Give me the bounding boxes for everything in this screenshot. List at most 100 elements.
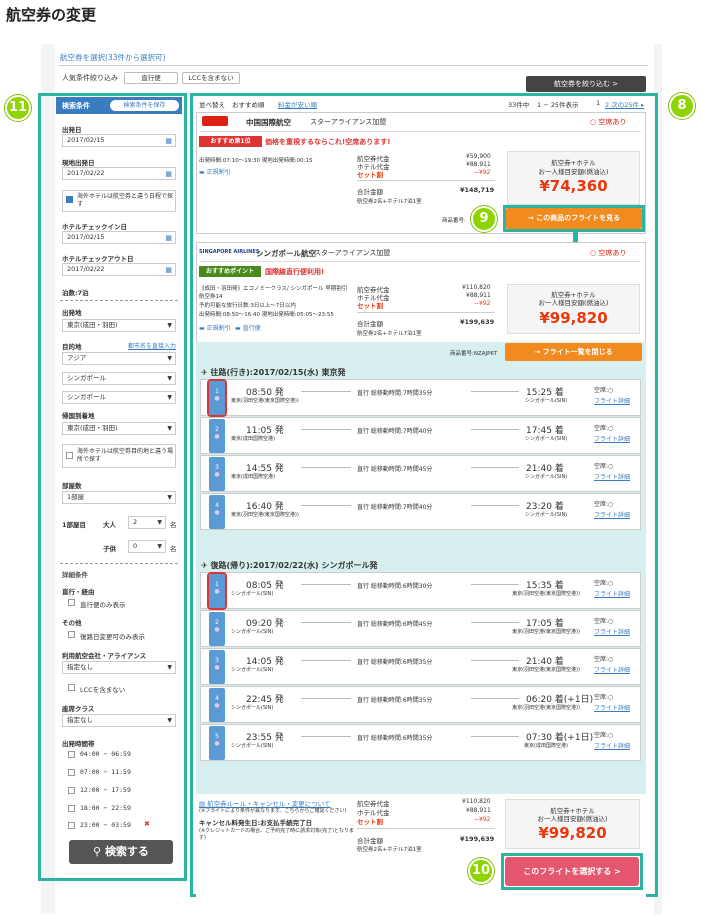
seat-status: 空席:○	[594, 692, 613, 701]
departure-airport: シンガポール(SIN)	[231, 667, 274, 673]
flight-detail-link[interactable]: フライト詳細	[594, 434, 630, 443]
seat-status-text: 空席:○	[594, 580, 614, 587]
narrow-search-button[interactable]: 航空券を絞り込む >	[526, 76, 646, 92]
flight-radio[interactable]: 1 ●	[207, 572, 227, 610]
ticket-icon: ▬	[235, 325, 241, 332]
flight-row[interactable]: 1 ● 08:50 発東京(羽田空港(東京国際空港)) 直行 総移動時間:7時間35分…	[200, 379, 641, 417]
flight-detail-link[interactable]: フライト詳細	[594, 703, 630, 712]
arrival-time: 23:20 着	[526, 502, 564, 512]
flight-detail-link[interactable]: フライト詳細	[594, 396, 630, 405]
seat-status: 空席:○	[594, 499, 613, 508]
seat-status: 空席:○	[594, 461, 613, 470]
seat-status-text: 空席:○	[594, 387, 614, 394]
seat-status-text: 空席:○	[594, 618, 614, 625]
sort-cheapest[interactable]: 料金が安い順	[278, 99, 317, 109]
arrival-time: 15:35 着	[526, 581, 564, 591]
flight-row[interactable]: 2 ● 09:20 発シンガポール(SIN) 直行 総移動時間:6時間45分 17:05…	[200, 610, 641, 647]
flight-radio[interactable]: 4 ●	[209, 688, 225, 722]
radio-dot-icon: ●	[214, 471, 220, 478]
flight-duration: 直行 総移動時間:7時間35分	[357, 390, 433, 397]
flight-radio[interactable]: 2 ●	[209, 419, 225, 453]
flight-detail-link[interactable]: フライト詳細	[594, 510, 630, 519]
set-discount-label: セット割	[357, 302, 383, 310]
filter-direct-button[interactable]: 直行便	[124, 72, 178, 84]
flight-detail-link[interactable]: フライト詳細	[594, 589, 630, 598]
plan-desc: 《成田・羽田発》エコノミークラス/ シンガポール 早期割引	[199, 286, 348, 292]
divider	[200, 261, 641, 262]
total-value: ¥199,639	[460, 835, 495, 843]
arrival-time: 21:40 着	[526, 464, 564, 474]
flight-row[interactable]: 3 ● 14:05 発シンガポール(SIN) 直行 総移動時間:6時間35分 21:40…	[200, 648, 641, 685]
flight-detail-link[interactable]: フライト詳細	[594, 741, 630, 750]
departure-time: 22:45 発	[246, 695, 284, 705]
availability: ○ 空席あり	[590, 118, 627, 126]
price-per-person: ¥99,820	[539, 309, 608, 327]
radio-dot-icon: ●	[214, 433, 220, 440]
airline-name: シンガポール航空	[256, 249, 316, 258]
flight-duration: 直行 総移動時間:6時間35分	[357, 659, 433, 666]
arrival-airport: 東京(羽田空港(東京国際空港))	[512, 629, 580, 635]
route-line	[471, 467, 519, 468]
regular-fare-tag: ▬ 正規割引	[199, 323, 231, 332]
seat-status-text: 空席:○	[594, 694, 614, 701]
flight-detail-link[interactable]: フライト詳細	[594, 627, 630, 636]
flight-number: 4	[215, 502, 219, 509]
set-discount-value: −¥92	[474, 169, 491, 176]
route-line	[301, 429, 351, 430]
next-page-link[interactable]: 2 次の25件 ▸	[605, 99, 644, 109]
package-note: 航空券2名+ホテル7泊1室	[357, 847, 422, 853]
arrival-airport: 東京(羽田空港(東京国際空港))	[512, 667, 580, 673]
total-value: ¥148,719	[460, 186, 495, 194]
flight-row[interactable]: 1 ● 08:05 発シンガポール(SIN) 直行 総移動時間:6時間30分 15:35…	[200, 572, 641, 610]
availability-text: 空席あり	[598, 249, 627, 257]
flight-radio[interactable]: 5 ●	[209, 726, 225, 760]
flight-radio[interactable]: 4 ●	[209, 495, 225, 529]
filter-lcc-button[interactable]: LCCを含まない	[182, 72, 240, 84]
cancel-fee-date: キャンセル料発生日:お支払手続完了日	[199, 819, 313, 827]
outbound-title-text: 往路(行き):2017/02/15(水) 東京発	[210, 368, 346, 377]
arrival-airport: シンガポール(SIN)	[524, 512, 568, 518]
arrival-time: 06:20 着(+1日)	[526, 695, 594, 705]
arrival-airport: シンガポール(SIN)	[524, 398, 568, 404]
flight-number: 4	[215, 695, 219, 702]
flight-radio[interactable]: 3 ●	[209, 457, 225, 491]
divider	[200, 131, 641, 132]
flight-number: 5	[215, 733, 219, 740]
flight-duration: 直行 総移動時間:6時間35分	[357, 735, 433, 742]
seat-status-text: 空席:○	[594, 732, 614, 739]
flight-row[interactable]: 5 ● 23:55 発シンガポール(SIN) 直行 総移動時間:6時間35分 07:30…	[200, 724, 641, 761]
flight-detail-link[interactable]: フライト詳細	[594, 472, 630, 481]
page-heading: 航空券の変更	[6, 6, 97, 24]
flight-radio[interactable]: 3 ●	[209, 650, 225, 684]
availability-text: 空席あり	[598, 118, 627, 126]
seat-status-text: 空席:○	[594, 463, 614, 470]
flight-radio[interactable]: 1 ●	[207, 379, 227, 417]
radio-dot-icon: ●	[214, 626, 220, 633]
sort-recommended[interactable]: おすすめ順	[232, 99, 265, 109]
airline-logo: SINGAPORE AIRLINES	[199, 249, 260, 255]
fare-value: ¥110,820	[462, 284, 491, 291]
divider	[357, 312, 495, 313]
close-flight-list-button[interactable]: → フライト一覧を閉じる	[505, 343, 642, 361]
departure-time: 23:55 発	[246, 733, 284, 743]
flight-row[interactable]: 4 ● 22:45 発シンガポール(SIN) 直行 総移動時間:6時間35分 06:20…	[200, 686, 641, 723]
fare-value: ¥110,820	[462, 798, 491, 805]
departure-airport: 東京(羽田空港(東京国際空港))	[231, 512, 299, 518]
flight-row[interactable]: 3 ● 14:55 発東京(成田国際空港) 直行 総移動時間:7時間45分 21:40 …	[200, 455, 641, 492]
recommend-badge: おすすめ第1位	[199, 136, 262, 147]
flight-row[interactable]: 4 ● 16:40 発東京(羽田空港(東京国際空港)) 直行 総移動時間:7時間40分…	[200, 493, 641, 530]
flight-detail-link[interactable]: フライト詳細	[594, 665, 630, 674]
total-label: 合計金額	[357, 188, 383, 196]
ticket-icon: ▬	[199, 169, 205, 176]
seat-status: 空席:○	[594, 616, 613, 625]
radio-dot-icon: ●	[214, 702, 220, 709]
route-line	[301, 584, 351, 585]
flight-duration: 直行 総移動時間:7時間40分	[357, 504, 433, 511]
flight-radio[interactable]: 2 ●	[209, 612, 225, 646]
route-line	[471, 736, 519, 737]
flight-number: 1	[215, 581, 219, 588]
select-flight-button[interactable]: このフライトを選択する >	[505, 857, 639, 886]
flight-row[interactable]: 2 ● 11:05 発東京(成田国際空港) 直行 総移動時間:7時間40分 17:45 …	[200, 417, 641, 454]
view-flights-button[interactable]: → この商品のフライトを見る	[506, 208, 642, 229]
sidebar-highlight	[38, 93, 187, 881]
